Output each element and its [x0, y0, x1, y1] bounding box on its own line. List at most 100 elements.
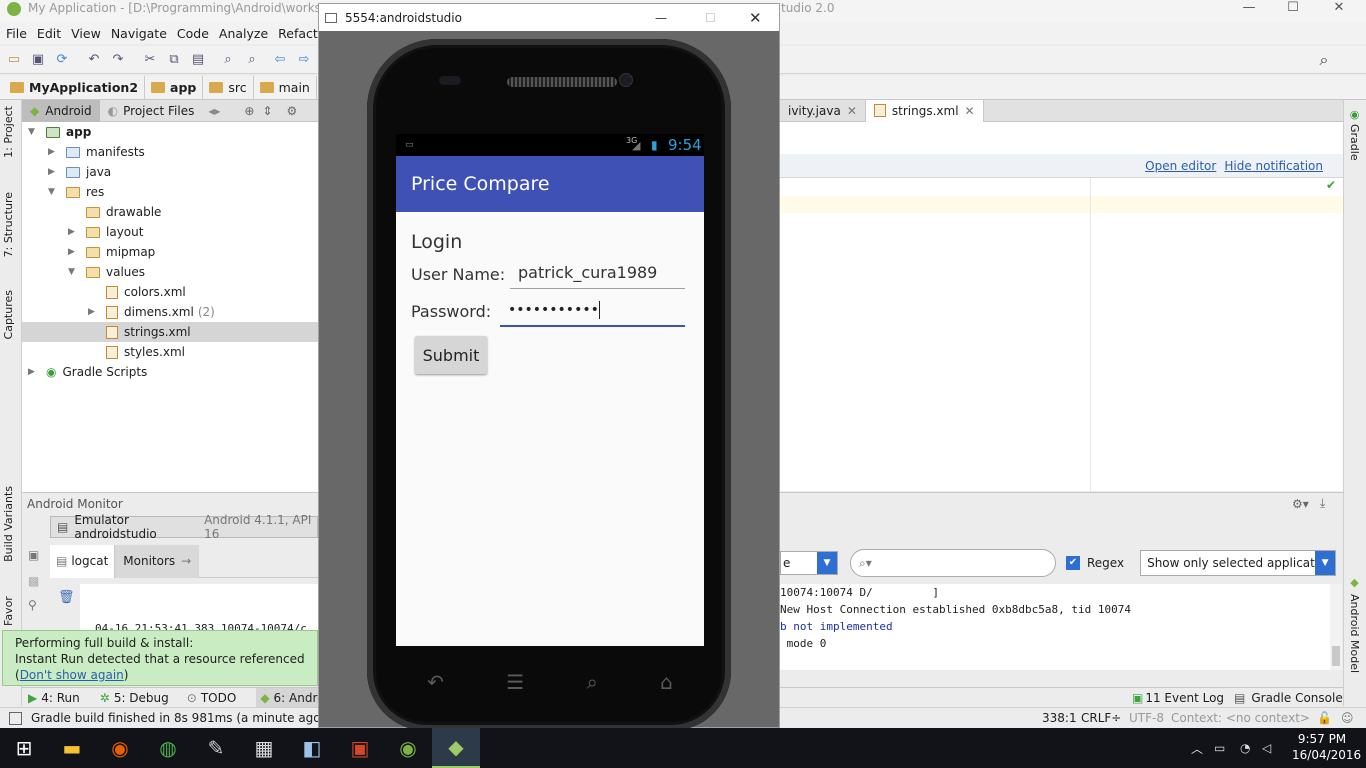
- menu-view[interactable]: View: [66, 26, 106, 41]
- open-editor-link[interactable]: Open editor: [1145, 159, 1216, 173]
- save-icon[interactable]: ▣: [28, 50, 48, 70]
- powerpoint-icon[interactable]: ▣: [336, 728, 384, 768]
- tool-tab-project[interactable]: 1: Project: [2, 106, 15, 158]
- tray-chevron-icon[interactable]: ︿: [1191, 740, 1203, 757]
- file-encoding[interactable]: UTF-8: [1129, 711, 1164, 725]
- tab-monitors[interactable]: Monitors →: [115, 544, 200, 578]
- undo-icon[interactable]: ↶: [84, 50, 104, 70]
- emulator-maximize-button[interactable]: ☐: [705, 11, 716, 25]
- tray-volume-icon[interactable]: ◁: [1262, 741, 1271, 755]
- file-explorer-icon[interactable]: ▬: [48, 728, 96, 768]
- inspector-icon[interactable]: ☺: [1341, 711, 1354, 725]
- paint-icon[interactable]: ✎: [192, 728, 240, 768]
- password-field[interactable]: •••••••••••: [500, 297, 685, 327]
- breadcrumb-project[interactable]: MyApplication2: [0, 75, 146, 100]
- cut-icon[interactable]: ✂: [140, 50, 160, 70]
- tool-tab-favorites[interactable]: Favorites: [2, 596, 15, 626]
- redo-icon[interactable]: ↷: [108, 50, 128, 70]
- notes-icon[interactable]: ◧: [288, 728, 336, 768]
- expanded-arrow-icon[interactable]: ▼: [68, 267, 78, 277]
- collapsed-arrow-icon[interactable]: ▶: [88, 307, 98, 317]
- split-icon[interactable]: ◂▸: [208, 104, 220, 118]
- tool-tab-gradle[interactable]: Gradle: [1348, 124, 1361, 161]
- forward-icon[interactable]: ⇨: [294, 50, 314, 70]
- collapsed-arrow-icon[interactable]: ▶: [68, 247, 78, 257]
- search-everywhere-icon[interactable]: ⌕: [1314, 50, 1334, 70]
- tab-run[interactable]: ▶ 4: Run: [28, 691, 80, 705]
- clock[interactable]: 9:57 PM 16/04/2016: [1292, 731, 1361, 763]
- log-search-input[interactable]: ⌕▾: [850, 549, 1056, 577]
- tab-event-log[interactable]: ▣ 11 Event Log: [1132, 691, 1224, 705]
- tree-node[interactable]: ▶ manifests: [48, 142, 145, 162]
- device-selector[interactable]: ▤ Emulator androidstudio Android 4.1.1, …: [50, 513, 318, 541]
- tray-battery-icon[interactable]: ▭: [1214, 741, 1225, 755]
- minimize-button[interactable]: —: [1226, 0, 1272, 20]
- monitor-settings-icon[interactable]: ⚙▾: [1292, 497, 1309, 511]
- expanded-arrow-icon[interactable]: ▼: [48, 187, 58, 197]
- tab-android[interactable]: ◆ Android: [22, 99, 100, 122]
- system-info-icon[interactable]: ⚲: [28, 598, 37, 612]
- tab-debug[interactable]: ✲ 5: Debug: [100, 691, 169, 705]
- tool-tab-captures[interactable]: Captures: [2, 290, 15, 339]
- tab-project-files[interactable]: ◐ Project Files: [100, 104, 203, 118]
- find-icon[interactable]: ⌕: [218, 50, 238, 70]
- tab-strings-xml[interactable]: strings.xml ✕: [864, 99, 984, 122]
- tab-todo[interactable]: ⊙ TODO: [187, 691, 237, 705]
- editor-area[interactable]: ✔: [780, 178, 1343, 491]
- chrome-icon[interactable]: ◍: [144, 728, 192, 768]
- record-icon[interactable]: ▩: [28, 574, 39, 588]
- close-tab-icon[interactable]: ✕: [965, 104, 975, 118]
- menu-analyze[interactable]: Analyze: [214, 26, 273, 41]
- log-level-select[interactable]: e ▼: [780, 551, 838, 575]
- close-button[interactable]: ✕: [1316, 0, 1362, 20]
- regex-checkbox[interactable]: ✔ Regex: [1066, 556, 1124, 570]
- android-studio-taskbar-icon[interactable]: ◉: [384, 728, 432, 768]
- breadcrumb-src[interactable]: src: [203, 75, 254, 100]
- hide-panel-icon[interactable]: ⤓: [1320, 496, 1325, 511]
- calculator-icon[interactable]: ▦: [240, 728, 288, 768]
- dont-show-again-link[interactable]: Don't show again: [20, 668, 124, 682]
- tree-node[interactable]: strings.xml: [88, 322, 191, 342]
- collapsed-arrow-icon[interactable]: ▶: [48, 167, 58, 177]
- clear-log-icon[interactable]: 🗑: [58, 590, 75, 605]
- emulator-minimize-button[interactable]: —: [655, 11, 667, 25]
- tree-node[interactable]: ▼ values: [68, 262, 145, 282]
- tray-wifi-icon[interactable]: ◔: [1240, 741, 1250, 755]
- tree-node[interactable]: ▶ dimens.xml (2): [88, 302, 215, 322]
- menu-key-icon[interactable]: ☰: [506, 670, 524, 694]
- maximize-button[interactable]: ☐: [1270, 0, 1316, 20]
- emulator-taskbar-icon[interactable]: ◆: [432, 728, 480, 768]
- tree-node[interactable]: drawable: [68, 202, 161, 222]
- hide-notification-link[interactable]: Hide notification: [1224, 159, 1323, 173]
- menu-edit[interactable]: Edit: [32, 26, 66, 41]
- paste-icon[interactable]: ▤: [188, 50, 208, 70]
- breadcrumb-app[interactable]: app: [145, 75, 204, 100]
- tree-node[interactable]: colors.xml: [88, 282, 186, 302]
- menu-navigate[interactable]: Navigate: [106, 26, 172, 41]
- username-field[interactable]: patrick_cura1989: [510, 261, 685, 289]
- firefox-icon[interactable]: ◉: [96, 728, 144, 768]
- tree-node[interactable]: ▶ ◉ Gradle Scripts: [28, 362, 147, 382]
- context-indicator[interactable]: Context: <no context>: [1171, 711, 1310, 725]
- collapsed-arrow-icon[interactable]: ▶: [28, 367, 38, 377]
- submit-button[interactable]: Submit: [415, 336, 487, 374]
- home-key-icon[interactable]: ⌂: [660, 670, 673, 694]
- tree-node[interactable]: ▶ java: [48, 162, 111, 182]
- back-key-icon[interactable]: ↶: [427, 670, 444, 694]
- collapsed-arrow-icon[interactable]: ▶: [48, 147, 58, 157]
- back-icon[interactable]: ⇦: [270, 50, 290, 70]
- log-scrollbar[interactable]: [1330, 584, 1342, 670]
- tree-node[interactable]: ▶ layout: [68, 222, 143, 242]
- expanded-arrow-icon[interactable]: ▼: [28, 127, 38, 137]
- lock-icon[interactable]: 🔓: [1317, 711, 1332, 725]
- collapse-all-icon[interactable]: ⇕: [262, 104, 272, 118]
- scroll-from-source-icon[interactable]: ⊕: [244, 104, 254, 118]
- logcat-output[interactable]: 10074:10074 D/ ] New Host Connection est…: [780, 584, 1330, 670]
- caret-position[interactable]: 338:1: [1042, 711, 1077, 725]
- tool-tab-android-model[interactable]: Android Model: [1348, 594, 1361, 673]
- sync-icon[interactable]: ⟳: [52, 50, 72, 70]
- search-key-icon[interactable]: ⌕: [587, 670, 598, 694]
- collapsed-arrow-icon[interactable]: ▶: [68, 227, 78, 237]
- filter-select[interactable]: Show only selected application ▼: [1140, 550, 1337, 576]
- emulator-close-button[interactable]: ✕: [749, 9, 762, 27]
